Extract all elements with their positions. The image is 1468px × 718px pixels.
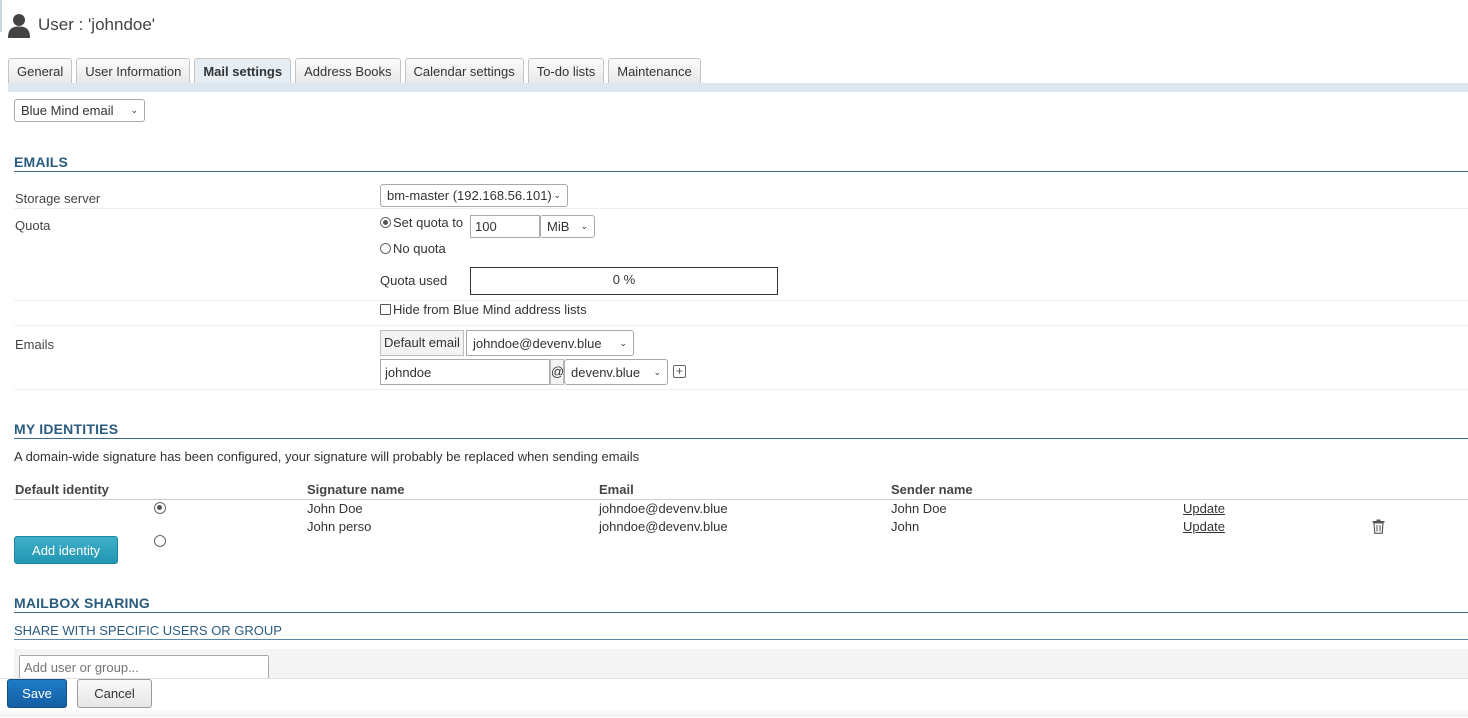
chevron-down-icon: ⌄ bbox=[580, 221, 588, 231]
quota-value-input[interactable] bbox=[470, 215, 540, 238]
default-email-label: Default email bbox=[380, 330, 464, 356]
quota-unit-value: MiB bbox=[547, 219, 570, 234]
default-email-value: johndoe@devenv.blue bbox=[473, 335, 602, 351]
chevron-down-icon: ⌄ bbox=[619, 337, 627, 348]
sender-name-cell: John bbox=[891, 519, 920, 534]
update-identity-link[interactable]: Update bbox=[1183, 519, 1225, 534]
trash-icon[interactable] bbox=[1372, 519, 1385, 534]
emails-heading-divider bbox=[14, 171, 1468, 172]
tab-maintenance[interactable]: Maintenance bbox=[608, 58, 701, 83]
tab-user-information[interactable]: User Information bbox=[76, 58, 191, 83]
page-title-text: User : 'johndoe' bbox=[38, 15, 156, 34]
email-domain-value: devenv.blue bbox=[571, 364, 641, 380]
user-icon bbox=[8, 14, 30, 38]
tab-strip bbox=[8, 83, 1468, 92]
email-domain-select[interactable]: devenv.blue ⌄ bbox=[564, 359, 668, 385]
cancel-button[interactable]: Cancel bbox=[77, 679, 152, 708]
tab-mail-settings[interactable]: Mail settings bbox=[194, 58, 292, 83]
no-quota-radio[interactable] bbox=[380, 243, 391, 254]
column-default-identity: Default identity bbox=[15, 482, 109, 497]
signature-name-cell: John perso bbox=[307, 519, 372, 534]
set-quota-radio[interactable] bbox=[380, 217, 391, 228]
email-local-part-input[interactable] bbox=[380, 359, 550, 385]
quota-used-value: 0 % bbox=[612, 272, 636, 287]
row-divider bbox=[14, 325, 1468, 326]
save-button[interactable]: Save bbox=[7, 679, 67, 708]
column-email: Email bbox=[599, 482, 634, 497]
emails-heading: EMAILS bbox=[14, 154, 69, 170]
quota-used-label: Quota used bbox=[380, 273, 448, 288]
share-subheading: SHARE WITH SPECIFIC USERS OR GROUP bbox=[14, 623, 282, 638]
set-quota-label: Set quota to bbox=[393, 215, 464, 230]
quota-unit-select[interactable]: MiB ⌄ bbox=[540, 215, 595, 238]
mail-type-select[interactable]: Blue Mind email ⌄ bbox=[14, 99, 145, 122]
signature-name-cell: John Doe bbox=[307, 501, 363, 516]
row-divider bbox=[14, 208, 1468, 209]
tab-bar: General User Information Mail settings A… bbox=[8, 58, 701, 83]
identities-heading: MY IDENTITIES bbox=[14, 421, 119, 437]
identities-heading-divider bbox=[14, 438, 1468, 439]
tab-general[interactable]: General bbox=[8, 58, 73, 83]
storage-server-value: bm-master (192.168.56.101) bbox=[387, 188, 552, 203]
default-identity-radio[interactable] bbox=[154, 535, 166, 547]
email-cell: johndoe@devenv.blue bbox=[599, 519, 728, 534]
chevron-down-icon: ⌄ bbox=[553, 190, 561, 200]
hide-from-lists-option[interactable]: Hide from Blue Mind address lists bbox=[380, 302, 587, 317]
no-quota-label: No quota bbox=[393, 241, 446, 256]
tab-address-books[interactable]: Address Books bbox=[295, 58, 401, 83]
storage-server-select[interactable]: bm-master (192.168.56.101) ⌄ bbox=[380, 184, 568, 207]
default-email-select[interactable]: johndoe@devenv.blue ⌄ bbox=[466, 330, 634, 356]
quota-usage-bar: 0 % bbox=[470, 267, 778, 295]
table-header-divider bbox=[14, 499, 1468, 500]
page-title: User : 'johndoe' bbox=[6, 12, 155, 38]
share-subheading-divider bbox=[14, 639, 1468, 640]
add-user-or-group-input[interactable] bbox=[19, 655, 269, 680]
table-row: John perso johndoe@devenv.blue John Upda… bbox=[0, 15, 1468, 547]
add-email-icon[interactable]: + bbox=[673, 365, 686, 378]
set-quota-option[interactable]: Set quota to bbox=[380, 215, 463, 230]
add-identity-button[interactable]: Add identity bbox=[14, 536, 118, 564]
tab-todo-lists[interactable]: To-do lists bbox=[527, 58, 605, 83]
at-sign: @ bbox=[550, 359, 564, 385]
tab-calendar-settings[interactable]: Calendar settings bbox=[404, 58, 524, 83]
column-signature-name: Signature name bbox=[307, 482, 405, 497]
hide-from-lists-checkbox[interactable] bbox=[380, 304, 391, 315]
no-quota-option[interactable]: No quota bbox=[380, 241, 446, 256]
row-divider bbox=[14, 300, 1468, 301]
signature-notice: A domain-wide signature has been configu… bbox=[14, 449, 640, 464]
hide-from-lists-label: Hide from Blue Mind address lists bbox=[393, 302, 587, 317]
default-identity-radio[interactable] bbox=[154, 502, 166, 514]
mailbox-sharing-heading: MAILBOX SHARING bbox=[14, 595, 150, 611]
emails-label: Emails bbox=[15, 337, 55, 352]
email-cell: johndoe@devenv.blue bbox=[599, 501, 728, 516]
sender-name-cell: John Doe bbox=[891, 501, 947, 516]
mailbox-sharing-divider bbox=[14, 612, 1468, 613]
chevron-down-icon: ⌄ bbox=[130, 105, 138, 115]
left-edge-marker bbox=[0, 0, 2, 32]
mail-type-value: Blue Mind email bbox=[21, 103, 114, 118]
row-divider bbox=[14, 389, 1468, 390]
update-identity-link[interactable]: Update bbox=[1183, 501, 1225, 516]
table-row: John Doe johndoe@devenv.blue John Doe Up… bbox=[0, 0, 1468, 516]
column-sender-name: Sender name bbox=[891, 482, 973, 497]
quota-label: Quota bbox=[15, 218, 51, 233]
chevron-down-icon: ⌄ bbox=[653, 366, 661, 377]
storage-server-label: Storage server bbox=[15, 191, 101, 206]
footer-shadow bbox=[0, 709, 1468, 717]
